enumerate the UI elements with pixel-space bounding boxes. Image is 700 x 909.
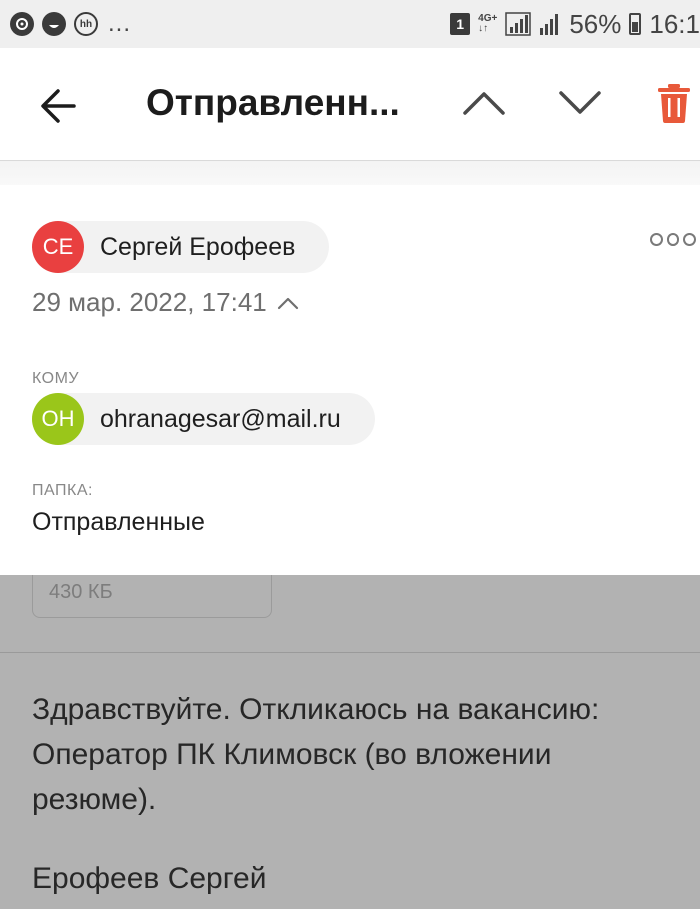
sync-notification-icon xyxy=(10,12,34,36)
battery-icon xyxy=(629,13,642,35)
more-options-button[interactable] xyxy=(650,233,697,249)
attachment-size: 430 КБ xyxy=(49,581,113,603)
message-body-dimmed: 430 КБ Здравствуйте. Откликаюсь на вакан… xyxy=(0,575,700,909)
app-notification-icon xyxy=(42,12,66,36)
next-message-button[interactable] xyxy=(558,88,602,118)
chevron-down-icon xyxy=(559,91,601,114)
attachment-card[interactable]: 430 КБ xyxy=(32,575,272,618)
more-horizontal-icon xyxy=(650,233,663,246)
previous-message-button[interactable] xyxy=(462,88,506,118)
signal-icon xyxy=(505,12,532,36)
sender-chip[interactable]: СЕ Сергей Ерофеев xyxy=(32,221,330,273)
message-details-card: СЕ Сергей Ерофеев 29 мар. 2022, 17:41 КО… xyxy=(0,185,700,575)
recipient-avatar: OH xyxy=(32,393,84,445)
signal-2-icon xyxy=(540,14,559,35)
sim-indicator: 1 xyxy=(450,13,471,35)
folder-label: ПАПКА: xyxy=(32,482,93,499)
sender-name: Сергей Ерофеев xyxy=(100,232,296,261)
delete-button[interactable] xyxy=(656,82,692,124)
recipient-chip[interactable]: OH ohranagesar@mail.ru xyxy=(32,393,375,445)
status-bar-notifications: hh ... xyxy=(10,10,131,38)
recipient-label: КОМУ xyxy=(32,370,80,387)
message-date: 29 мар. 2022, 17:41 xyxy=(32,287,267,317)
recipient-email: ohranagesar@mail.ru xyxy=(100,404,341,433)
arrow-left-icon xyxy=(41,89,76,123)
status-bar-system: 1 4G+ ↓↑ 56% 16:1 xyxy=(450,8,700,40)
folder-title: Отправленн... xyxy=(146,82,400,123)
more-notifications-indicator: ... xyxy=(108,10,132,37)
message-toolbar: Отправленн... xyxy=(0,48,700,161)
hh-notification-icon: hh xyxy=(74,12,98,36)
folder-value: Отправленные xyxy=(32,508,205,536)
back-button[interactable] xyxy=(38,86,78,126)
toolbar-shadow xyxy=(0,161,700,185)
sender-avatar: СЕ xyxy=(32,221,84,273)
message-signature: Ерофеев Сергей xyxy=(32,862,267,895)
caret-up-icon xyxy=(277,297,298,309)
message-body-text: Здравствуйте. Откликаюсь на вакансию: Оп… xyxy=(32,693,600,816)
status-bar: hh ... 1 4G+ ↓↑ 56% 16:1 xyxy=(0,0,700,48)
status-clock: 16:1 xyxy=(649,8,700,39)
battery-percent: 56% xyxy=(569,8,622,39)
date-row[interactable]: 29 мар. 2022, 17:41 xyxy=(32,287,299,318)
network-type-indicator: 4G+ ↓↑ xyxy=(478,13,498,34)
chevron-up-icon xyxy=(463,92,505,115)
divider xyxy=(0,652,700,653)
trash-icon xyxy=(658,84,690,123)
